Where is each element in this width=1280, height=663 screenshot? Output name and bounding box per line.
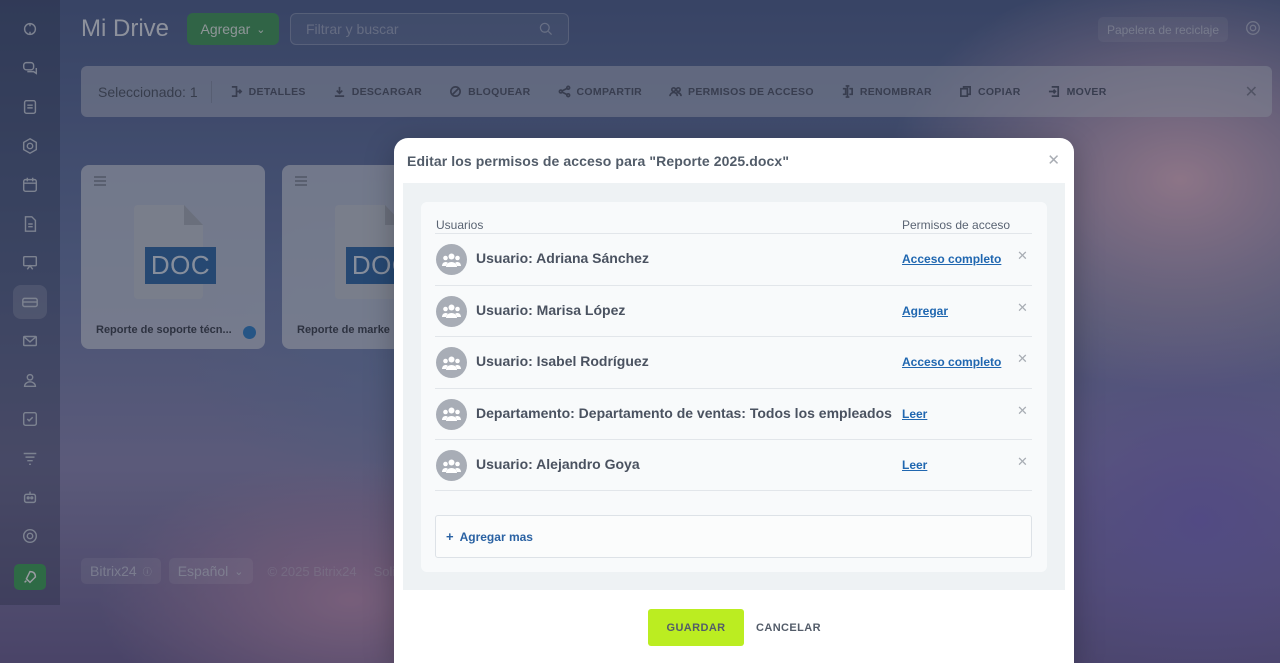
remove-icon[interactable]: ✕ [1017, 454, 1028, 470]
permission-link[interactable]: Leer [902, 407, 927, 421]
permissions-header: Usuarios Permisos de acceso [436, 218, 1032, 234]
user-avatar [436, 347, 467, 378]
user-avatar [436, 244, 467, 275]
group-icon [442, 356, 461, 370]
remove-icon[interactable]: ✕ [1017, 351, 1028, 367]
permission-link[interactable]: Acceso completo [902, 252, 1001, 266]
remove-icon[interactable]: ✕ [1017, 248, 1028, 264]
column-permissions: Permisos de acceso [902, 218, 1011, 232]
column-users: Usuarios [436, 218, 484, 232]
group-icon [442, 459, 461, 473]
row-name: Usuario: Isabel Rodríguez [476, 353, 649, 369]
cancel-button[interactable]: CANCELAR [756, 609, 821, 646]
user-avatar [436, 398, 467, 430]
permissions-panel: Usuarios Permisos de acceso Usuario: Adr… [421, 202, 1047, 572]
permission-row: Usuario: Marisa López Agregar ✕ [435, 284, 1032, 337]
permission-link[interactable]: Agregar [902, 304, 948, 318]
row-name: Usuario: Marisa López [476, 301, 626, 318]
permission-row: Departamento: Departamento de ventas: To… [435, 387, 1032, 440]
dialog-title: Editar los permisos de acceso para "Repo… [407, 153, 790, 169]
close-icon[interactable]: ✕ [1047, 151, 1060, 169]
permission-link[interactable]: Acceso completo [902, 355, 1001, 369]
save-button[interactable]: GUARDAR [648, 609, 744, 646]
group-icon [442, 304, 461, 318]
permissions-list: Usuario: Adriana Sánchez Acceso completo… [435, 233, 1032, 491]
user-avatar [436, 295, 467, 327]
access-permissions-dialog: Editar los permisos de acceso para "Repo… [394, 138, 1074, 663]
row-name: Departamento: Departamento de ventas: To… [476, 404, 892, 421]
add-more-button[interactable]: + Agregar mas [435, 515, 1032, 558]
remove-icon[interactable]: ✕ [1017, 403, 1028, 419]
group-icon [442, 407, 461, 421]
plus-icon: + [446, 529, 454, 544]
user-avatar [436, 450, 467, 481]
row-name: Usuario: Adriana Sánchez [476, 250, 649, 266]
add-more-label: Agregar mas [459, 529, 533, 544]
remove-icon[interactable]: ✕ [1017, 300, 1028, 316]
permission-row: Usuario: Adriana Sánchez Acceso completo… [435, 233, 1032, 285]
permission-row: Usuario: Alejandro Goya Leer ✕ [435, 439, 1032, 491]
row-name: Usuario: Alejandro Goya [476, 456, 640, 472]
permission-row: Usuario: Isabel Rodríguez Acceso complet… [435, 336, 1032, 388]
group-icon [442, 253, 461, 267]
permission-link[interactable]: Leer [902, 458, 927, 472]
dialog-body: Usuarios Permisos de acceso Usuario: Adr… [403, 183, 1065, 590]
